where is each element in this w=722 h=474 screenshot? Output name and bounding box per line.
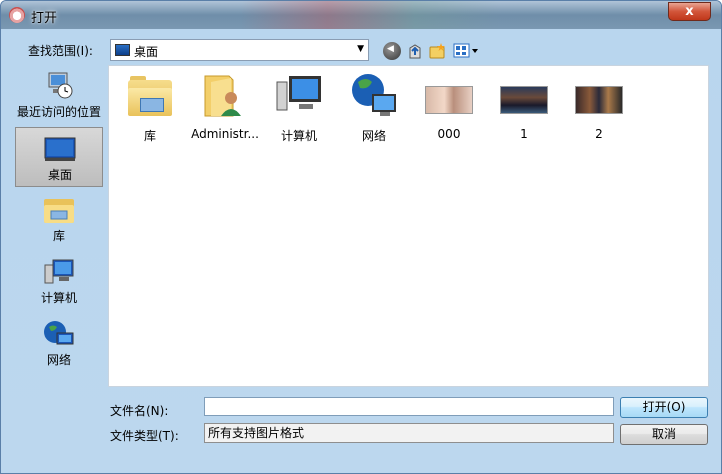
file-item-label: Administr... [191, 127, 259, 141]
file-item-label: 000 [437, 127, 461, 141]
open-button[interactable]: 打开(O) [620, 397, 708, 418]
file-item-1[interactable]: 1 [488, 72, 560, 142]
library-folder-icon [43, 195, 75, 225]
file-item-2[interactable]: 2 [563, 72, 635, 142]
filename-label: 文件名(N): [110, 404, 169, 418]
image-thumbnail-icon [575, 72, 623, 120]
window-title: 打开 [31, 11, 58, 26]
file-item-administrator[interactable]: Administr... [189, 72, 261, 142]
image-thumbnail-icon [500, 72, 548, 120]
sidebar-item-label: 最近访问的位置 [16, 105, 101, 119]
filetype-label: 文件类型(T): [110, 429, 179, 443]
look-in-label: 查找范围(I): [28, 44, 93, 58]
file-item-libraries[interactable]: 库 [114, 72, 186, 143]
sidebar-item-network[interactable]: 网络 [15, 313, 103, 373]
file-item-label: 计算机 [280, 129, 317, 143]
file-item-network[interactable]: 网络 [338, 72, 410, 143]
filetype-value: 所有支持图片格式 [208, 426, 305, 440]
view-menu-icon[interactable] [453, 42, 479, 60]
open-dialog: 打开 x 查找范围(I): 桌面 ▼ 最近访问的位置 桌面 [0, 0, 722, 474]
app-icon [9, 7, 25, 23]
sidebar-item-label: 网络 [46, 353, 71, 367]
chevron-down-icon[interactable]: ▼ [357, 44, 364, 54]
computer-icon [43, 257, 75, 287]
sidebar-item-recent[interactable]: 最近访问的位置 [15, 65, 103, 125]
look-in-combo[interactable]: 桌面 ▼ [110, 39, 369, 61]
file-item-label: 2 [595, 127, 603, 141]
image-thumbnail-icon [425, 72, 473, 120]
sidebar-item-label: 库 [52, 229, 65, 243]
user-folder-icon [201, 72, 249, 120]
back-icon[interactable] [383, 42, 401, 60]
recent-places-icon [43, 71, 75, 101]
file-item-label: 库 [143, 129, 156, 143]
new-folder-icon[interactable] [429, 42, 447, 60]
sidebar-item-label: 计算机 [40, 291, 77, 305]
desktop-icon [115, 44, 130, 56]
close-button[interactable]: x [668, 2, 711, 21]
sidebar-item-label: 桌面 [47, 168, 72, 182]
library-folder-icon [126, 72, 174, 120]
sidebar-item-libraries[interactable]: 库 [15, 189, 103, 249]
sidebar-item-computer[interactable]: 计算机 [15, 251, 103, 311]
up-folder-icon[interactable] [406, 42, 424, 60]
file-item-000[interactable]: 000 [413, 72, 485, 142]
computer-icon [275, 72, 323, 120]
network-globe-icon [350, 72, 398, 120]
filetype-select[interactable]: 所有支持图片格式 [204, 423, 614, 443]
network-globe-icon [43, 319, 75, 349]
title-bar-background [241, 1, 501, 29]
sidebar-item-desktop[interactable]: 桌面 [15, 127, 103, 187]
cancel-button[interactable]: 取消 [620, 424, 708, 445]
places-bar: 最近访问的位置 桌面 库 计算机 网络 [15, 65, 105, 390]
file-item-label: 网络 [361, 129, 386, 143]
filename-input[interactable] [204, 397, 614, 416]
file-item-computer[interactable]: 计算机 [263, 72, 335, 143]
file-item-label: 1 [520, 127, 528, 141]
file-list[interactable]: 库 Administr... 计算机 网络 000 1 2 [108, 65, 709, 387]
title-bar[interactable]: 打开 x [1, 1, 721, 29]
look-in-value: 桌面 [134, 45, 159, 59]
desktop-icon [44, 134, 76, 164]
